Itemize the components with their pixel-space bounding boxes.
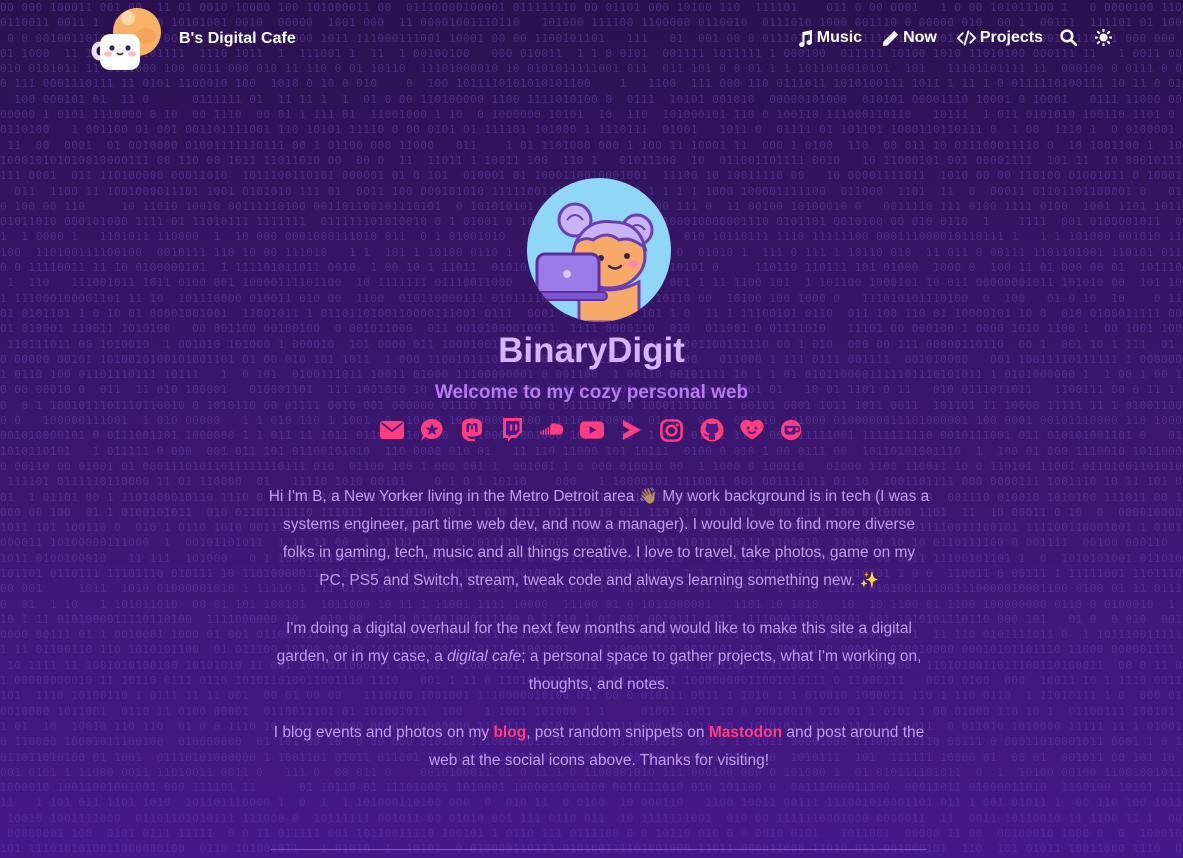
content-divider — [271, 849, 927, 850]
instagram-icon — [660, 418, 683, 442]
blog-link[interactable]: blog — [493, 724, 526, 741]
bio: Hi I'm B, a New Yorker living in the Met… — [268, 483, 930, 795]
social-kofi[interactable] — [780, 418, 804, 442]
email-icon — [379, 421, 404, 439]
kofi-icon — [780, 419, 801, 441]
bio-p3-text-b: , post random snippets on — [526, 724, 709, 741]
profile-tagline: Welcome to my cozy personal web — [434, 382, 749, 403]
social-twitch[interactable] — [500, 418, 524, 442]
mastodon-link[interactable]: Mastodon — [709, 724, 782, 741]
bio-paragraph-3: I blog events and photos on my blog, pos… — [268, 719, 930, 775]
social-email[interactable] — [379, 418, 404, 442]
profile-name: BinaryDigit — [498, 331, 685, 370]
social-heart-face[interactable] — [739, 418, 764, 442]
bio-paragraph-2: I'm doing a digital overhaul for the nex… — [268, 615, 930, 699]
twitch-icon — [502, 418, 522, 442]
play-arrow-icon — [622, 420, 641, 440]
main-content: BinaryDigit Welcome to my cozy personal … — [0, 0, 1183, 858]
bio-p2-emphasis: digital cafe — [447, 648, 522, 665]
social-soundcloud[interactable] — [539, 418, 564, 442]
social-star-chat[interactable] — [420, 418, 444, 442]
youtube-icon — [579, 421, 604, 439]
social-github[interactable] — [700, 418, 724, 442]
social-instagram[interactable] — [660, 418, 684, 442]
github-icon — [700, 418, 723, 442]
star-chat-icon — [420, 418, 443, 441]
bio-p1-text: Hi I'm B, a New Yorker living in the Met… — [268, 488, 930, 589]
bio-p3-text-a: I blog events and photos on my — [273, 724, 494, 741]
soundcloud-icon — [539, 423, 563, 435]
bio-paragraph-1: Hi I'm B, a New Yorker living in the Met… — [268, 483, 930, 595]
mastodon-icon — [461, 418, 482, 442]
social-youtube[interactable] — [579, 418, 604, 442]
social-mastodon[interactable] — [460, 418, 484, 442]
heart-face-icon — [739, 419, 764, 440]
social-links — [0, 418, 1183, 442]
bio-p2-text-b: ; a personal space to gather projects, w… — [521, 648, 922, 693]
social-play[interactable] — [620, 418, 644, 442]
avatar — [527, 178, 671, 322]
